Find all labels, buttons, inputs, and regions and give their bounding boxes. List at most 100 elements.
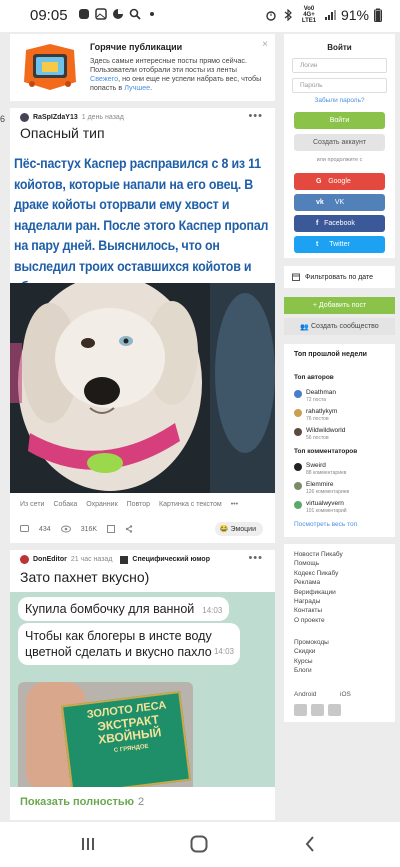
community-icon [120, 555, 129, 564]
footer-link[interactable]: Промокоды [294, 638, 329, 647]
top-commenter[interactable]: Sweird 88 комментариев [294, 462, 346, 477]
calendar-icon [292, 273, 300, 281]
tag[interactable]: Картинка с текстом [159, 501, 222, 508]
chat-bubble: Купила бомбочку для ванной 14:03 [18, 597, 230, 621]
top-author[interactable]: Deathman 72 поста [294, 389, 336, 404]
create-account-button[interactable]: Создать аккаунт [294, 134, 385, 151]
community-name[interactable]: Специфический юмор [132, 556, 210, 563]
twitter-button[interactable]: t Twitter [294, 236, 385, 253]
avatar[interactable] [20, 555, 29, 564]
best-link[interactable]: Лучшее [124, 83, 150, 92]
comments-icon[interactable] [20, 525, 29, 533]
vk-app-icon[interactable] [294, 704, 307, 716]
tag[interactable]: Повтор [127, 501, 150, 508]
bluetooth-icon [284, 9, 292, 21]
android-label: Android [294, 691, 317, 698]
footer-link[interactable]: Награды [294, 597, 343, 606]
see-all-top-link[interactable]: Посмотреть весь топ [294, 521, 357, 528]
login-input[interactable]: Логин [292, 58, 387, 73]
footer-link[interactable]: Блоги [294, 666, 329, 675]
signal-icon [324, 10, 336, 20]
ios-label: iOS [340, 691, 351, 698]
chat-screenshot[interactable]: Купила бомбочку для ванной 14:03 Чтобы ка… [10, 592, 275, 787]
password-input[interactable]: Пароль [292, 78, 387, 93]
recents-icon[interactable] [80, 836, 96, 852]
google-button[interactable]: G Google [294, 173, 385, 190]
hot-posts-card: Горячие публикации Здесь самые интересны… [10, 34, 275, 101]
post-image-text: Пёс-пастух Каспер расправился с 8 из 11 … [14, 156, 269, 294]
more-tags[interactable]: ••• [231, 501, 238, 508]
forgot-password-link[interactable]: Забыли пароль? [284, 97, 395, 104]
footer-link[interactable]: Верификации [294, 588, 343, 597]
footer-link[interactable]: Новости Пикабу [294, 550, 343, 559]
avatar [294, 409, 302, 417]
or-continue-label: или продолжите с [316, 157, 363, 163]
facebook-button[interactable]: f Facebook [294, 215, 385, 232]
footer-links-panel: Новости Пикабу Помощь Кодекс Пикабу Рекл… [284, 544, 395, 722]
share-icon[interactable] [125, 525, 133, 533]
top-commenter[interactable]: virtualwyvern 101 комментарий [294, 500, 347, 515]
views-icon [60, 525, 71, 533]
avatar [294, 501, 302, 509]
post-stats: 434 316K [20, 525, 133, 533]
vk-icon: vk [316, 199, 324, 206]
footer-link[interactable]: Помощь [294, 559, 343, 568]
footer-link[interactable]: Кодекс Пикабу [294, 569, 343, 578]
avatar [294, 390, 302, 398]
back-icon[interactable] [304, 835, 316, 853]
tag[interactable]: Из сети [20, 501, 44, 508]
footer-link[interactable]: Реклама [294, 578, 343, 587]
app-icon[interactable] [328, 704, 341, 716]
comments-count[interactable]: 434 [39, 526, 51, 533]
avatar [294, 482, 302, 490]
vk-button[interactable]: vk VK [294, 194, 385, 211]
hot-posts-title: Горячие публикации [90, 42, 183, 52]
more-options-icon[interactable]: ••• [248, 110, 263, 122]
twitter-icon: t [316, 241, 319, 248]
telegram-icon[interactable] [311, 704, 324, 716]
emotions-button[interactable]: 😂 Эмоции [214, 522, 263, 536]
post-time: 1 день назад [81, 114, 124, 121]
side-number: 6 [0, 114, 6, 124]
footer-link[interactable]: Курсы [294, 657, 329, 666]
emoji-icon: 😂 [219, 526, 229, 533]
avatar[interactable] [20, 113, 29, 122]
notification-icon [79, 9, 89, 19]
avatar [294, 463, 302, 471]
more-options-icon[interactable]: ••• [248, 552, 263, 564]
home-icon[interactable] [190, 835, 208, 853]
footer-link[interactable]: Скидки [294, 647, 329, 656]
package-photo: ЗОЛОТО ЛЕСА ЭКСТРАКТ ХВОЙНЫЙ С ГРЯНДОЕ [18, 682, 193, 787]
filter-by-date-button[interactable]: Фильтровать по дате [284, 266, 395, 288]
post-title[interactable]: Опасный тип [20, 125, 105, 141]
top-week-panel: Топ прошлой недели Топ авторов Deathman 7… [284, 344, 395, 537]
search-icon [129, 8, 141, 20]
tag[interactable]: Собака [53, 501, 77, 508]
save-icon[interactable] [107, 525, 116, 533]
footer-link[interactable]: О проекте [294, 616, 343, 625]
system-nav-bar [0, 822, 400, 867]
post-meta: RaSpIZdaY13 1 день назад [20, 113, 124, 122]
post-author[interactable]: RaSpIZdaY13 [33, 114, 78, 121]
top-authors-title: Топ авторов [294, 374, 334, 381]
avatar [294, 428, 302, 436]
show-more-link[interactable]: Показать полностью 2 [20, 796, 144, 808]
top-commenter[interactable]: Elemmire 126 комментариев [294, 481, 349, 496]
create-community-button[interactable]: 👥 Создать сообщество [284, 318, 395, 335]
post-author[interactable]: DonEditor [33, 556, 67, 563]
dog-photo[interactable] [10, 283, 275, 493]
footer-link[interactable]: Контакты [294, 606, 343, 615]
close-icon[interactable]: × [262, 39, 268, 50]
network-type: Vo0 4G+ LTE1 [301, 6, 317, 24]
post-title[interactable]: Зато пахнет вкусно) [20, 569, 149, 585]
tag[interactable]: Охранник [86, 501, 117, 508]
hot-tv-icon [24, 44, 76, 90]
top-author[interactable]: rahatlykym 76 постов [294, 408, 337, 423]
hot-posts-description: Здесь самые интересные посты прямо сейча… [90, 56, 262, 92]
top-author[interactable]: Wildwildworld 56 постов [294, 427, 345, 442]
fresh-link[interactable]: Свежего [90, 74, 118, 83]
gallery-icon [95, 8, 107, 20]
chat-bubble: Чтобы как блогеры в инсте воду цветной с… [18, 623, 240, 665]
add-post-button[interactable]: + Добавить пост [284, 297, 395, 314]
login-button[interactable]: Войти [294, 112, 385, 129]
